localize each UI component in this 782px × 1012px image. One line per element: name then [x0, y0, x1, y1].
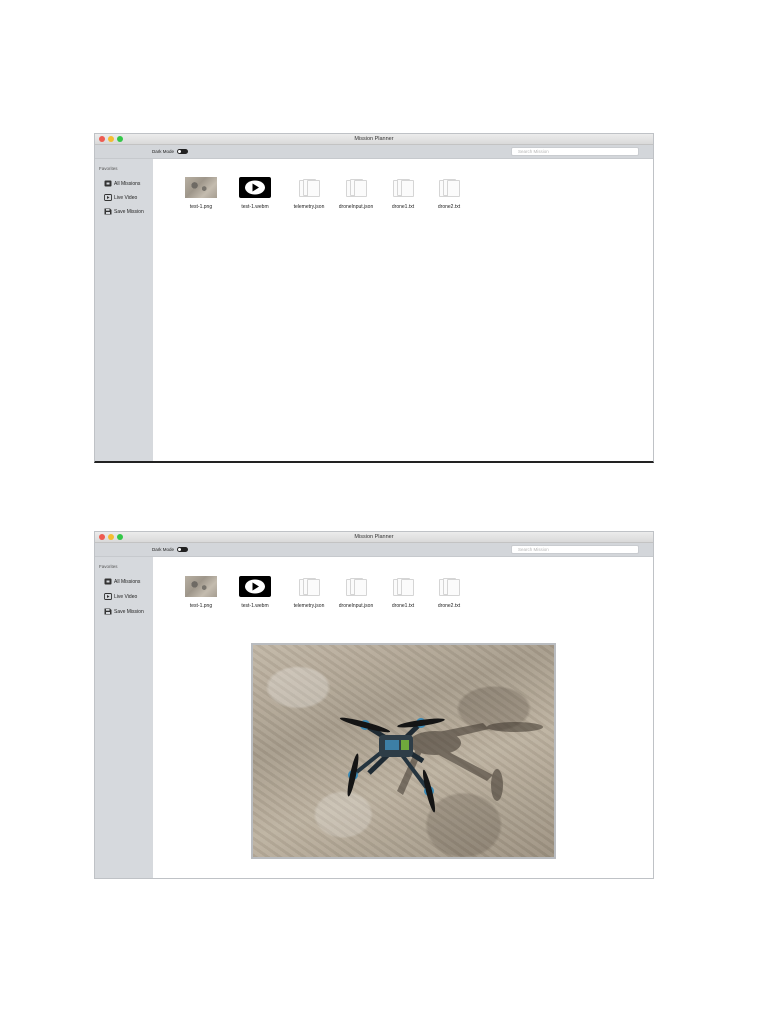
file-item[interactable]: drone1.txt: [381, 177, 425, 210]
file-item[interactable]: telemetry.json: [287, 576, 331, 609]
window-title: Mission Planner: [354, 136, 394, 142]
video-play-icon: [239, 177, 271, 198]
document-icon: [387, 177, 419, 198]
toggle-knob: [178, 548, 181, 551]
drone-shadow: [397, 722, 543, 801]
drone: [339, 717, 445, 813]
document-icon: [387, 576, 419, 597]
search-input[interactable]: [511, 545, 639, 554]
dark-mode-label: Dark Mode: [152, 547, 175, 552]
file-item[interactable]: test-1.png: [179, 177, 223, 210]
file-name: test-1.webm: [241, 204, 269, 210]
file-item[interactable]: test-1.png: [179, 576, 223, 609]
dark-mode-label: Dark Mode: [152, 149, 175, 154]
window-body: Favorites All Missions Live Video Save M…: [95, 159, 653, 461]
sidebar: Favorites All Missions Live Video Save M…: [95, 557, 153, 878]
image-thumbnail: [185, 177, 217, 198]
window-title: Mission Planner: [354, 534, 394, 540]
sidebar-item-label: Live Video: [114, 194, 138, 201]
document-page: [354, 180, 367, 197]
file-browser: test-1.png test-1.webm telemetry.json dr…: [153, 557, 653, 878]
document-page: [447, 579, 460, 596]
file-item[interactable]: telemetry.json: [287, 177, 331, 210]
sidebar-item-save-mission[interactable]: Save Mission: [104, 208, 144, 215]
file-name: test-1.png: [189, 603, 213, 609]
file-item[interactable]: drone2.txt: [427, 576, 471, 609]
toolbar: Dark Mode: [95, 543, 653, 557]
file-name: droneInput.json: [338, 204, 374, 210]
file-name: drone1.txt: [391, 204, 415, 210]
dark-mode-toggle[interactable]: [177, 547, 188, 552]
drone-photo: [339, 717, 543, 813]
image-thumbnail: [185, 576, 217, 597]
sidebar-item-all-missions[interactable]: All Missions: [104, 578, 140, 585]
file-item[interactable]: droneInput.json: [334, 576, 378, 609]
sidebar-item-label: All Missions: [114, 578, 141, 585]
title-bar: Mission Planner: [95, 532, 653, 543]
save-icon: [104, 608, 112, 615]
file-name: test-1.webm: [241, 603, 269, 609]
file-name: test-1.png: [189, 204, 213, 210]
file-name: drone2.txt: [437, 204, 461, 210]
document-icon: [433, 177, 465, 198]
sidebar-item-live-video[interactable]: Live Video: [104, 194, 137, 201]
dark-mode-toggle[interactable]: [177, 149, 188, 154]
mission-planner-window-1: Mission Planner Dark Mode Favorites All …: [94, 133, 654, 463]
file-name: drone1.txt: [391, 603, 415, 609]
toggle-knob: [178, 150, 181, 153]
sidebar-item-live-video[interactable]: Live Video: [104, 593, 137, 600]
window-body: Favorites All Missions Live Video Save M…: [95, 557, 653, 878]
title-bar: Mission Planner: [95, 134, 653, 145]
favorites-heading: Favorites: [99, 166, 118, 171]
sidebar: Favorites All Missions Live Video Save M…: [95, 159, 153, 461]
file-name: telemetry.json: [293, 603, 325, 609]
play-icon: [104, 593, 112, 600]
document-page: [354, 579, 367, 596]
toolbar: Dark Mode: [95, 145, 653, 159]
file-item[interactable]: drone1.txt: [381, 576, 425, 609]
sidebar-item-label: Save Mission: [114, 208, 144, 215]
sidebar-item-label: Live Video: [114, 593, 138, 600]
file-item[interactable]: droneInput.json: [334, 177, 378, 210]
video-play-icon: [239, 576, 271, 597]
document-icon: [340, 177, 372, 198]
document-page: [307, 579, 320, 596]
mission-planner-window-2: Mission Planner Dark Mode Favorites All …: [94, 531, 654, 879]
file-item[interactable]: drone2.txt: [427, 177, 471, 210]
folder-icon: [104, 578, 112, 585]
search-input[interactable]: [511, 147, 639, 156]
file-browser: test-1.png test-1.webm telemetry.json dr…: [153, 159, 653, 461]
folder-icon: [104, 180, 112, 187]
sidebar-item-all-missions[interactable]: All Missions: [104, 180, 140, 187]
sidebar-item-label: Save Mission: [114, 608, 144, 615]
sidebar-item-save-mission[interactable]: Save Mission: [104, 608, 144, 615]
play-icon: [104, 194, 112, 201]
favorites-heading: Favorites: [99, 564, 118, 569]
document-page: [447, 180, 460, 197]
save-icon: [104, 208, 112, 215]
file-item[interactable]: test-1.webm: [233, 576, 277, 609]
file-name: droneInput.json: [338, 603, 374, 609]
document-icon: [293, 177, 325, 198]
sidebar-item-label: All Missions: [114, 180, 141, 187]
document-page: [307, 180, 320, 197]
file-item[interactable]: test-1.webm: [233, 177, 277, 210]
document-icon: [293, 576, 325, 597]
file-name: drone2.txt: [437, 603, 461, 609]
document-page: [401, 180, 414, 197]
image-preview: [251, 643, 556, 859]
document-icon: [433, 576, 465, 597]
document-icon: [340, 576, 372, 597]
file-name: telemetry.json: [293, 204, 325, 210]
document-page: [401, 579, 414, 596]
